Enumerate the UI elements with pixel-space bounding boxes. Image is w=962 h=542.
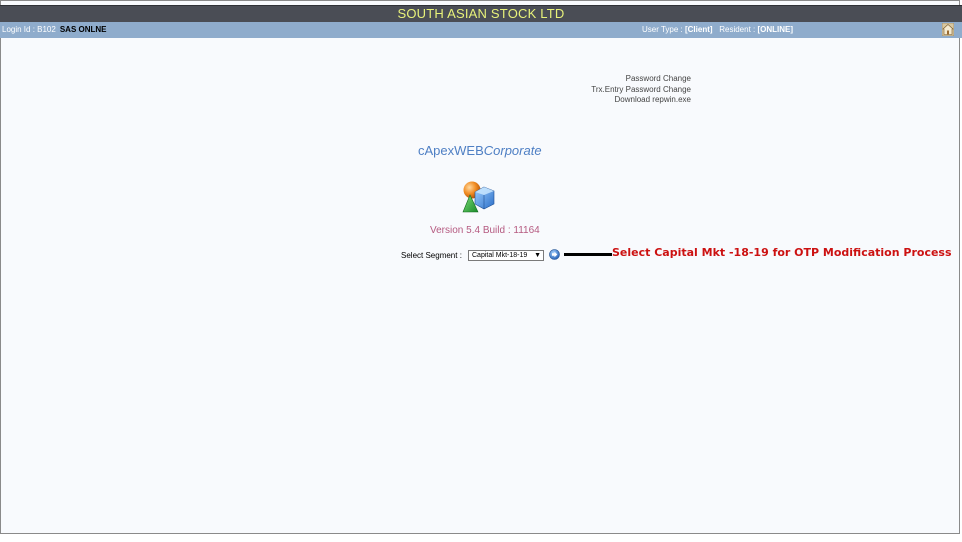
brand-italic: Corporate: [483, 143, 542, 158]
home-icon[interactable]: [942, 23, 954, 36]
user-type-label: User Type :: [642, 25, 685, 34]
annotation-text: Select Capital Mkt -18-19 for OTP Modifi…: [612, 246, 952, 259]
version-info: Version 5.4 Build : 11164: [430, 225, 540, 236]
password-change-link[interactable]: Password Change: [591, 74, 691, 85]
segment-selected-value: Capital Mkt-18-19: [472, 252, 528, 259]
info-bar: Login Id : B102 SAS ONLNE User Type : [Cl…: [0, 22, 962, 38]
segment-select[interactable]: Capital Mkt-18-19 ▼: [468, 250, 544, 261]
brand-main: cApexWEB: [418, 143, 484, 158]
segment-label: Select Segment :: [401, 251, 462, 260]
login-info: Login Id : B102 SAS ONLNE: [2, 22, 107, 38]
title-bar: SOUTH ASIAN STOCK LTD: [0, 5, 962, 22]
dropdown-arrow-icon: ▼: [534, 252, 541, 259]
capex-logo-icon: [462, 181, 495, 213]
app-title: SOUTH ASIAN STOCK LTD: [397, 6, 565, 21]
resident-label: Resident :: [719, 25, 758, 34]
app-frame: [0, 0, 960, 534]
download-repwin-link[interactable]: Download repwin.exe: [591, 95, 692, 106]
user-info: User Type : [Client] Resident : [ONLINE]: [642, 22, 793, 38]
brand-name: cApexWEBCorporate: [418, 143, 542, 158]
resident-value: [ONLINE]: [757, 25, 794, 34]
go-arrow-icon[interactable]: [549, 249, 560, 260]
account-links: Password Change Trx.Entry Password Chang…: [591, 74, 691, 106]
user-type-value: [Client]: [684, 25, 713, 34]
login-id: Login Id : B102: [2, 25, 56, 34]
login-name: SAS ONLNE: [59, 25, 107, 34]
trx-entry-password-change-link[interactable]: Trx.Entry Password Change: [591, 85, 691, 96]
annotation-pointer-line: [564, 253, 612, 256]
